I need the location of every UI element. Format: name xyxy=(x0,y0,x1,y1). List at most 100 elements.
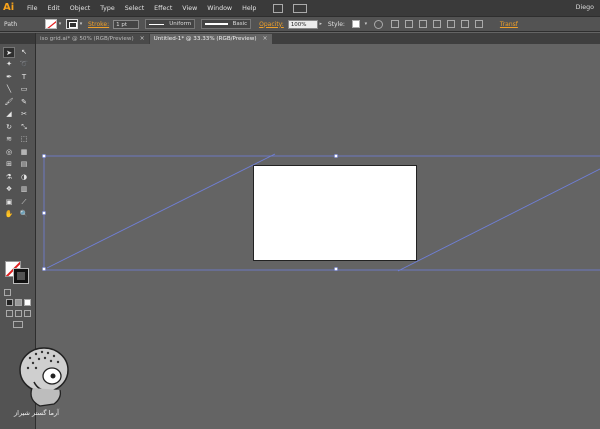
graphic-style-swatch[interactable] xyxy=(351,20,360,28)
opacity-dropdown-icon[interactable]: ▸ xyxy=(318,19,324,29)
eraser-tool-icon[interactable]: ✂ xyxy=(18,109,30,120)
draw-normal-icon[interactable] xyxy=(6,310,13,317)
stroke-dropdown-icon[interactable]: ▾ xyxy=(78,19,84,29)
variable-width-profile-dropdown[interactable]: Uniform xyxy=(145,19,196,29)
width-tool-icon[interactable]: ≋ xyxy=(3,134,15,145)
eyedropper-tool-icon[interactable]: ⚗ xyxy=(3,172,15,183)
menu-type[interactable]: Type xyxy=(100,5,114,12)
tab-label: iso grid.ai* @ 50% (RGB/Preview) xyxy=(40,36,134,42)
watermark-text: آرما گستر شیراز xyxy=(14,409,59,417)
pencil-tool-icon[interactable]: ✎ xyxy=(18,97,30,108)
align-icon[interactable] xyxy=(390,20,399,28)
symbol-sprayer-tool-icon[interactable]: ❖ xyxy=(3,184,15,195)
rectangle-tool-icon[interactable]: ▭ xyxy=(18,84,30,95)
stroke-color-box[interactable] xyxy=(13,268,29,284)
style-dropdown-icon[interactable]: ▾ xyxy=(363,19,369,29)
paintbrush-tool-icon[interactable]: 🖌 xyxy=(3,97,15,108)
bounding-handle-bottom-left[interactable] xyxy=(42,267,46,271)
stroke-icon xyxy=(69,22,77,28)
menu-select[interactable]: Select xyxy=(125,5,144,12)
fill-dropdown-icon[interactable]: ▾ xyxy=(57,19,63,29)
blend-tool-icon[interactable]: ◑ xyxy=(18,172,30,183)
scale-tool-icon[interactable]: ⤡ xyxy=(18,122,30,133)
menu-effect[interactable]: Effect xyxy=(154,5,172,12)
align-right-icon[interactable] xyxy=(432,20,441,28)
diagonal-path-right[interactable] xyxy=(397,168,600,272)
none-mode-icon[interactable] xyxy=(24,299,31,306)
default-colors-icon[interactable] xyxy=(4,289,11,296)
bounding-handle-bottom-middle[interactable] xyxy=(334,267,338,271)
menu-view[interactable]: View xyxy=(182,5,197,12)
opacity-label[interactable]: Opacity: xyxy=(259,21,284,28)
menu-window[interactable]: Window xyxy=(207,5,232,12)
perspective-grid-tool-icon[interactable]: ▦ xyxy=(18,147,30,158)
profile-label: Uniform xyxy=(169,21,192,27)
free-transform-tool-icon[interactable]: ⬚ xyxy=(18,134,30,145)
bridge-icon[interactable] xyxy=(273,3,284,13)
close-icon[interactable]: × xyxy=(140,34,145,44)
menu-object[interactable]: Object xyxy=(70,5,91,12)
type-tool-icon[interactable]: T xyxy=(18,72,30,83)
bounding-handle-top-left[interactable] xyxy=(42,154,46,158)
brush-definition-dropdown[interactable]: Basic xyxy=(201,19,252,29)
diagonal-path-left[interactable] xyxy=(46,153,276,269)
stroke-weight-field[interactable]: 1 pt xyxy=(113,19,140,29)
artboard-tool-icon[interactable]: ▣ xyxy=(3,197,15,208)
menu-help[interactable]: Help xyxy=(242,5,256,12)
menu-bar: Ai File Edit Object Type Select Effect V… xyxy=(0,0,600,16)
align-top-icon[interactable] xyxy=(446,20,455,28)
transform-label[interactable]: Transf xyxy=(500,21,518,28)
brush-line-sample xyxy=(205,23,228,25)
document-tab-bar: iso grid.ai* @ 50% (RGB/Preview) × Untit… xyxy=(36,33,600,44)
tab-label: Untitled-1* @ 33.33% (RGB/Preview) xyxy=(153,36,257,42)
bounding-handle-middle-left[interactable] xyxy=(42,211,46,215)
align-left-icon[interactable] xyxy=(404,20,413,28)
gradient-mode-icon[interactable] xyxy=(15,299,22,306)
line-tool-icon[interactable]: ╲ xyxy=(3,84,15,95)
tools-panel-header[interactable] xyxy=(0,33,35,44)
color-mode-icon[interactable] xyxy=(6,299,13,306)
artwork-overlay xyxy=(42,153,600,272)
align-bottom-icon[interactable] xyxy=(474,20,483,28)
draw-inside-icon[interactable] xyxy=(24,310,31,317)
bounding-handle-top-middle[interactable] xyxy=(334,154,338,158)
gradient-tool-icon[interactable]: ▤ xyxy=(18,159,30,170)
column-graph-tool-icon[interactable]: ▥ xyxy=(18,184,30,195)
opacity-field[interactable]: 100% xyxy=(287,19,318,29)
profile-line-sample xyxy=(149,23,165,25)
app-logo: Ai xyxy=(3,2,15,13)
fill-swatch[interactable] xyxy=(45,19,57,29)
canvas[interactable] xyxy=(37,44,600,429)
recolor-artwork-icon[interactable] xyxy=(373,19,383,29)
zoom-tool-icon[interactable]: 🔍 xyxy=(18,209,30,220)
blob-brush-tool-icon[interactable]: ◢ xyxy=(3,109,15,120)
direct-selection-tool-icon[interactable]: ↖ xyxy=(18,47,30,58)
pen-tool-icon[interactable]: ✒ xyxy=(3,72,15,83)
align-middle-icon[interactable] xyxy=(460,20,469,28)
menu-edit[interactable]: Edit xyxy=(48,5,60,12)
arrange-documents-icon[interactable] xyxy=(293,3,308,13)
align-center-icon[interactable] xyxy=(418,20,427,28)
selection-tool-icon[interactable]: ➤ xyxy=(3,47,15,58)
brush-label: Basic xyxy=(232,21,248,27)
screen-mode-icon[interactable] xyxy=(13,321,23,328)
shape-builder-tool-icon[interactable]: ◎ xyxy=(3,147,15,158)
style-label: Style: xyxy=(327,20,345,28)
close-icon[interactable]: × xyxy=(263,34,268,44)
stroke-swatch[interactable] xyxy=(66,19,78,29)
lasso-tool-icon[interactable]: ➰ xyxy=(18,59,30,70)
menu-file[interactable]: File xyxy=(27,5,38,12)
magic-wand-tool-icon[interactable]: ✦ xyxy=(3,59,15,70)
hand-tool-icon[interactable]: ✋ xyxy=(3,209,15,220)
selection-type-label: Path xyxy=(4,20,18,28)
tab-iso-grid[interactable]: iso grid.ai* @ 50% (RGB/Preview) × xyxy=(36,34,149,44)
selection-bounding-box[interactable] xyxy=(43,155,600,271)
draw-behind-icon[interactable] xyxy=(15,310,22,317)
rotate-tool-icon[interactable]: ↻ xyxy=(3,122,15,133)
tab-untitled-1[interactable]: Untitled-1* @ 33.33% (RGB/Preview) × xyxy=(149,34,272,44)
slice-tool-icon[interactable]: ⟋ xyxy=(18,197,30,208)
stroke-label[interactable]: Stroke: xyxy=(88,21,109,28)
mesh-tool-icon[interactable]: ⊞ xyxy=(3,159,15,170)
workspace-user[interactable]: Diego xyxy=(576,4,594,11)
none-fill-icon xyxy=(47,21,56,28)
